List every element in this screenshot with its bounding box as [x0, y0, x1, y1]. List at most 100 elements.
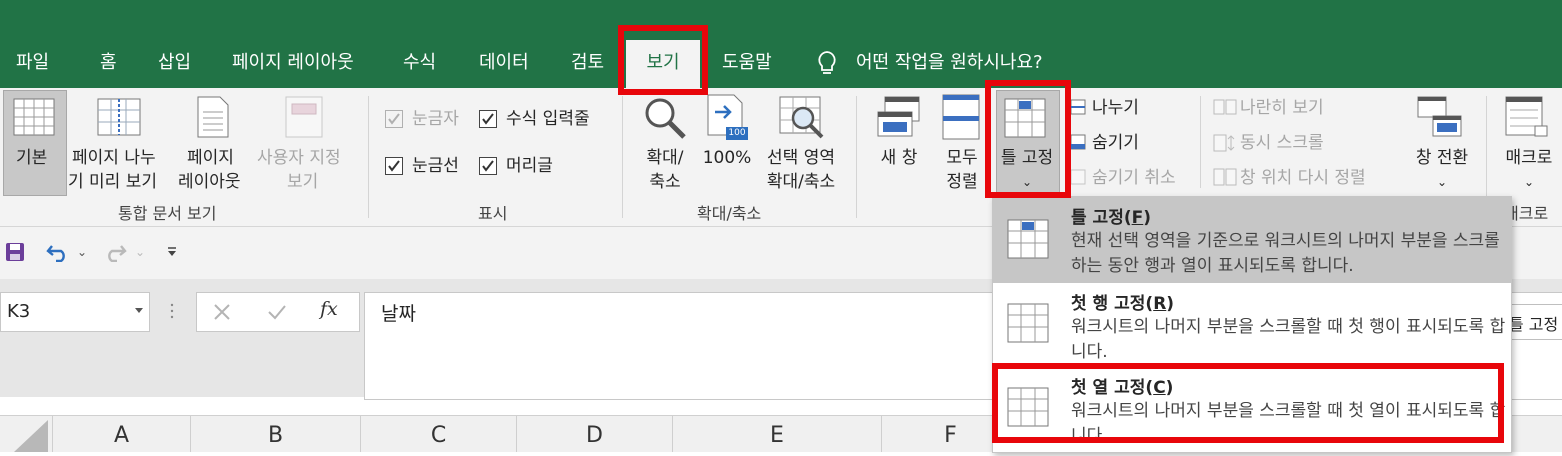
- page-layout-label-1: 페이지: [187, 148, 234, 168]
- zoom-selection-label-1: 선택 영역: [767, 148, 835, 168]
- normal-view-icon: [13, 98, 55, 136]
- formula-bar-splitter[interactable]: [170, 302, 174, 320]
- headings-label: 머리글: [506, 156, 553, 176]
- unhide-label: 숨기기 취소: [1092, 168, 1176, 188]
- name-box[interactable]: K3: [0, 292, 150, 332]
- side-by-side-label: 나란히 보기: [1240, 98, 1324, 118]
- column-header-c[interactable]: C: [361, 416, 517, 452]
- group-separator: [368, 96, 369, 218]
- freeze-panes-icon: [1007, 219, 1049, 259]
- formula-content: 날짜: [381, 303, 416, 325]
- freeze-top-row-icon: [1007, 303, 1049, 343]
- name-box-value: K3: [7, 301, 31, 322]
- tab-formulas[interactable]: 수식: [403, 48, 436, 78]
- macros-icon[interactable]: [1505, 96, 1551, 140]
- group-workbook-views-label: 통합 문서 보기: [118, 204, 217, 223]
- menu-item-description: 워크시트의 나머지 부분을 스크롤할 때 첫 행이 표시되도록 합니다.: [1071, 317, 1506, 362]
- arrange-all-label-2: 정렬: [946, 172, 978, 192]
- enter-check-icon[interactable]: [267, 303, 287, 321]
- lightbulb-icon[interactable]: [816, 50, 838, 78]
- switch-windows-label[interactable]: 창 전환: [1404, 146, 1480, 170]
- highlight-box-view-tab: [618, 25, 708, 95]
- column-header-b[interactable]: B: [191, 416, 361, 452]
- page-break-label-2: 기 미리 보기: [68, 172, 158, 192]
- custom-views-label-1: 사용자 지정: [257, 148, 341, 168]
- gridlines-checkbox[interactable]: [385, 157, 403, 175]
- column-header-a[interactable]: A: [53, 416, 191, 452]
- ruler-label: 눈금자: [412, 109, 459, 129]
- page-layout-icon[interactable]: [197, 96, 229, 138]
- page-break-label-1: 페이지 나누: [72, 148, 156, 168]
- unhide-icon: [1070, 169, 1086, 185]
- headings-checkbox[interactable]: [479, 157, 497, 175]
- menu-item-title-text: 틀 고정: [1071, 208, 1124, 228]
- gridlines-label: 눈금선: [412, 156, 459, 176]
- menu-item-title: 틀 고정(F): [1071, 208, 1152, 228]
- column-header-e[interactable]: E: [673, 416, 882, 452]
- tab-data[interactable]: 데이터: [479, 48, 529, 78]
- undo-icon[interactable]: [46, 242, 70, 262]
- column-header-d[interactable]: D: [517, 416, 673, 452]
- group-separator: [622, 96, 623, 218]
- zoom-magnifier-icon[interactable]: [643, 96, 687, 140]
- zoom-100-badge: 100: [726, 127, 748, 140]
- custom-views-icon: [285, 96, 323, 138]
- zoom-label-1: 확대/: [646, 148, 684, 168]
- menu-item-freeze-panes[interactable]: 틀 고정(F) 현재 선택 영역을 기준으로 워크시트의 나머지 부분을 스크롤…: [993, 197, 1511, 283]
- macros-label: 매크로: [1505, 148, 1553, 168]
- select-all-corner[interactable]: [0, 416, 53, 452]
- tab-file[interactable]: 파일: [16, 48, 49, 78]
- tell-me-search[interactable]: 어떤 작업을 원하시나요?: [856, 48, 1043, 78]
- tab-insert[interactable]: 삽입: [158, 48, 191, 78]
- name-box-dropdown-icon: [135, 308, 143, 313]
- cancel-icon[interactable]: [213, 303, 231, 321]
- undo-dropdown-chevron[interactable]: ⌄: [77, 240, 87, 264]
- page-break-preview-icon[interactable]: [97, 98, 141, 136]
- group-zoom-label: 확대/축소: [697, 204, 762, 223]
- insert-function-icon[interactable]: fx: [320, 298, 338, 320]
- new-window-icon[interactable]: [877, 96, 921, 140]
- ruler-checkbox: [385, 110, 403, 128]
- tab-help[interactable]: 도움말: [722, 48, 772, 78]
- split-label[interactable]: 나누기: [1092, 96, 1139, 120]
- sync-scroll-icon: [1213, 134, 1235, 152]
- group-separator: [856, 96, 857, 218]
- menu-item-description: 현재 선택 영역을 기준으로 워크시트의 나머지 부분을 스크롤하는 동안 행과…: [1071, 231, 1500, 276]
- access-key: R: [1153, 294, 1167, 314]
- highlight-box-freeze-panes: [985, 80, 1071, 198]
- hide-label[interactable]: 숨기기: [1092, 131, 1139, 155]
- zoom-selection-label-2: 확대/축소: [766, 172, 836, 192]
- reset-position-label: 창 위치 다시 정렬: [1240, 168, 1366, 188]
- customize-qat-icon[interactable]: [166, 246, 178, 258]
- chevron-down-icon: ⌄: [1523, 175, 1535, 189]
- page-layout-label-2: 레이아웃: [178, 172, 241, 192]
- new-window-label: 새 창: [880, 148, 918, 168]
- switch-windows-icon[interactable]: [1417, 96, 1463, 140]
- formula-bar-checkbox[interactable]: [479, 110, 497, 128]
- arrange-all-label-1: 모두: [946, 148, 978, 168]
- tab-review[interactable]: 검토: [571, 48, 604, 78]
- redo-dropdown-chevron: ⌄: [135, 245, 146, 259]
- tab-home[interactable]: 홈: [100, 48, 117, 78]
- chevron-down-icon: ⌄: [1436, 175, 1448, 189]
- save-icon[interactable]: [5, 242, 25, 262]
- formula-bar-toggle-label: 수식 입력줄: [506, 109, 590, 129]
- formula-buttons: fx: [196, 292, 360, 332]
- tab-page-layout[interactable]: 페이지 레이아웃: [232, 48, 354, 78]
- reset-position-icon: [1213, 168, 1237, 186]
- zoom-label-2: 축소: [649, 172, 681, 192]
- hide-icon: [1070, 134, 1086, 150]
- group-separator: [1200, 96, 1201, 188]
- menu-item-title: 첫 행 고정(R): [1071, 294, 1175, 314]
- redo-icon: [108, 245, 127, 262]
- normal-view-label: 기본: [16, 148, 48, 168]
- side-by-side-icon: [1213, 99, 1237, 115]
- split-icon: [1070, 99, 1086, 115]
- zoom-100-label: 100%: [702, 148, 752, 168]
- sync-scroll-label: 동시 스크롤: [1240, 133, 1324, 153]
- access-key: F: [1131, 208, 1144, 228]
- menu-item-freeze-top-row[interactable]: 첫 행 고정(R) 워크시트의 나머지 부분을 스크롤할 때 첫 행이 표시되도…: [993, 283, 1511, 369]
- zoom-to-selection-icon[interactable]: [779, 96, 825, 140]
- arrange-all-icon[interactable]: [942, 94, 982, 142]
- menu-item-title-text: 첫 행 고정: [1071, 294, 1146, 314]
